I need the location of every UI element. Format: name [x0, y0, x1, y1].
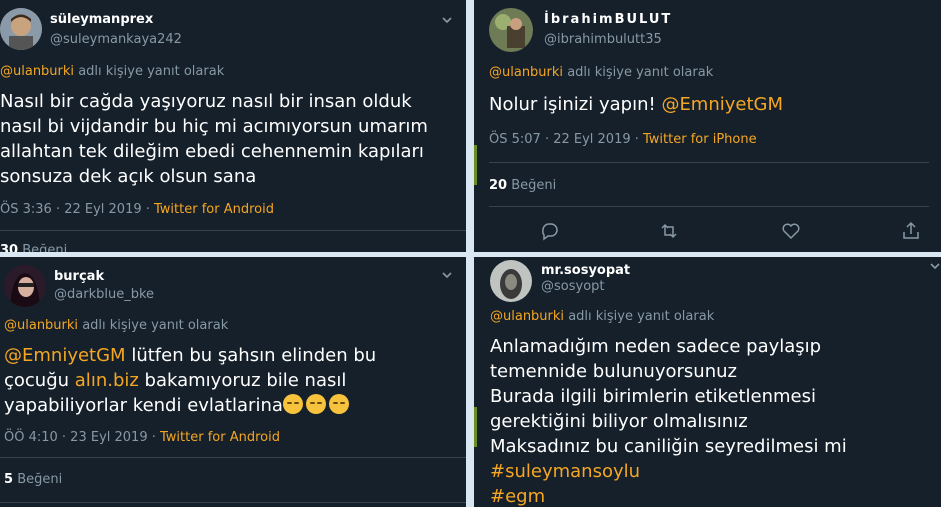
tweet-card-4: mr.sosyopat @sosyopt @ulanburki adlı kiş… — [474, 257, 941, 507]
like-icon[interactable] — [780, 220, 802, 242]
tweet-text: Nolur işinizi yapın! @EmniyetGM — [489, 94, 784, 115]
hashtag-link[interactable]: #suleymansoylu — [490, 459, 910, 484]
divider — [489, 162, 929, 163]
reply-mention-link[interactable]: @ulanburki — [4, 318, 78, 333]
tweet-text: Anlamadığım neden sadece paylaşıp temenn… — [490, 334, 910, 507]
tweet-source-link[interactable]: Twitter for iPhone — [643, 132, 757, 147]
reply-context: @ulanburki adlı kişiye yanıt olarak — [489, 65, 713, 80]
display-name[interactable]: İbrahimBULUT — [544, 12, 672, 27]
display-name[interactable]: mr.sosyopat — [541, 263, 630, 278]
scroll-indicator — [474, 145, 477, 185]
reply-icon[interactable] — [538, 220, 560, 242]
tweet-timestamp: ÖS 3:36 · 22 Eyl 2019 · Twitter for Andr… — [0, 202, 274, 217]
tweet-card-3: burçak @darkblue_bke @ulanburki adlı kiş… — [0, 257, 466, 507]
reply-mention-link[interactable]: @ulanburki — [0, 64, 74, 79]
avatar[interactable] — [0, 8, 42, 50]
divider — [489, 206, 929, 207]
hashtag-link[interactable]: #egm — [490, 484, 910, 507]
divider — [0, 502, 466, 503]
divider — [0, 230, 466, 231]
emoji-pensive-icon — [282, 394, 303, 414]
mention-link[interactable]: @EmniyetGM — [661, 94, 783, 115]
reply-context: @ulanburki adlı kişiye yanıt olarak — [4, 318, 228, 333]
avatar[interactable] — [4, 265, 46, 307]
tweet-time[interactable]: ÖS 5:07 · 22 Eyl 2019 · — [489, 132, 643, 147]
tweet-time[interactable]: ÖÖ 4:10 · 23 Eyl 2019 · — [4, 430, 160, 445]
user-handle[interactable]: @ibrahimbulutt35 — [544, 32, 662, 47]
share-icon[interactable] — [900, 220, 922, 242]
likes-count[interactable]: 30 Beğeni — [0, 243, 67, 252]
chevron-down-icon[interactable] — [929, 260, 941, 272]
reply-context: @ulanburki adlı kişiye yanıt olarak — [0, 64, 224, 79]
retweet-icon[interactable] — [658, 220, 680, 242]
emoji-pensive-icon — [305, 394, 326, 414]
reply-context: @ulanburki adlı kişiye yanıt olarak — [490, 309, 714, 324]
mention-link[interactable]: @EmniyetGM — [4, 345, 126, 366]
scroll-indicator — [474, 407, 477, 447]
likes-count[interactable]: 5 Beğeni — [4, 472, 62, 487]
display-name[interactable]: süleymanprex — [50, 12, 153, 27]
chevron-down-icon[interactable] — [441, 269, 453, 281]
reply-mention-link[interactable]: @ulanburki — [489, 65, 563, 80]
tweet-timestamp: ÖS 5:07 · 22 Eyl 2019 · Twitter for iPho… — [489, 132, 757, 147]
tweet-text: Nasıl bir cağda yaşıyoruz nasıl bir insa… — [0, 91, 428, 187]
tweet-text: @EmniyetGM lütfen bu şahsın elinden bu ç… — [4, 345, 377, 416]
user-handle[interactable]: @darkblue_bke — [54, 287, 154, 302]
reply-suffix: adlı kişiye yanıt olarak — [567, 65, 714, 80]
divider — [0, 457, 466, 458]
tweet-card-1: süleymanprex @suleymankaya242 @ulanburki… — [0, 0, 466, 252]
user-handle[interactable]: @sosyopt — [541, 279, 605, 294]
reply-suffix: adlı kişiye yanıt olarak — [568, 309, 715, 324]
reply-suffix: adlı kişiye yanıt olarak — [82, 318, 229, 333]
display-name[interactable]: burçak — [54, 269, 104, 284]
tweet-time[interactable]: ÖS 3:36 · 22 Eyl 2019 · — [0, 202, 154, 217]
avatar[interactable] — [489, 8, 533, 52]
tweet-card-2: İbrahimBULUT @ibrahimbulutt35 @ulanburki… — [474, 0, 941, 252]
reply-suffix: adlı kişiye yanıt olarak — [78, 64, 225, 79]
likes-count[interactable]: 20 Beğeni — [489, 178, 556, 193]
tweet-source-link[interactable]: Twitter for Android — [154, 202, 274, 217]
avatar[interactable] — [490, 260, 532, 302]
user-handle[interactable]: @suleymankaya242 — [50, 32, 182, 47]
url-link[interactable]: alın.biz — [75, 370, 139, 391]
chevron-down-icon[interactable] — [441, 14, 453, 26]
tweet-source-link[interactable]: Twitter for Android — [160, 430, 280, 445]
reply-mention-link[interactable]: @ulanburki — [490, 309, 564, 324]
emoji-pensive-icon — [328, 394, 349, 414]
tweet-timestamp: ÖÖ 4:10 · 23 Eyl 2019 · Twitter for Andr… — [4, 430, 280, 445]
